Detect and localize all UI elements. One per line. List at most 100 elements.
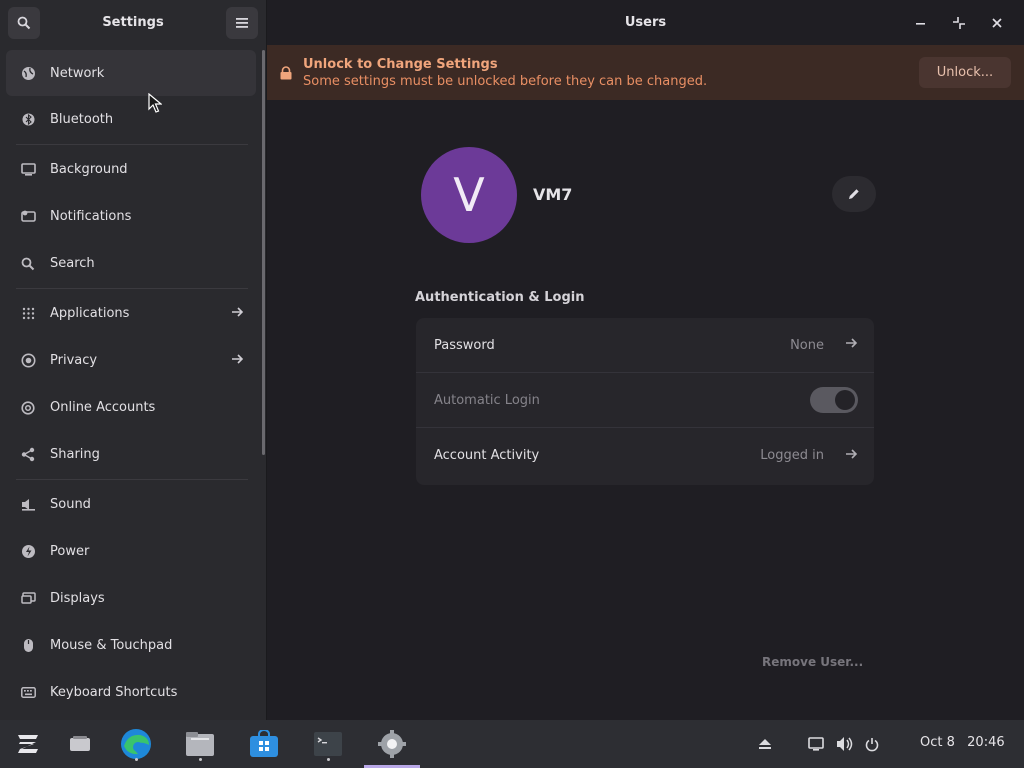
sidebar-item-notifications[interactable]: Notifications (6, 193, 256, 240)
sharing-icon (20, 447, 36, 463)
unlock-banner: Unlock to Change Settings Some settings … (267, 45, 1024, 100)
eject-button[interactable] (758, 720, 772, 768)
background-icon (20, 162, 36, 178)
workspaces-button[interactable] (62, 726, 98, 762)
terminal-button[interactable] (310, 726, 346, 762)
running-indicator (326, 758, 330, 761)
unlock-button[interactable]: Unlock... (919, 57, 1011, 88)
automatic-login-label: Automatic Login (434, 392, 540, 408)
account-activity-value: Logged in (760, 448, 824, 463)
password-label: Password (434, 337, 495, 353)
sidebar-item-sound[interactable]: Sound (6, 481, 256, 528)
sidebar: Settings Network Bluetooth Background No… (0, 0, 267, 720)
display-tray-button[interactable] (808, 720, 824, 768)
banner-text: Unlock to Change Settings Some settings … (303, 57, 707, 89)
running-indicator (198, 758, 202, 761)
edge-icon (121, 729, 151, 759)
sidebar-item-label: Notifications (50, 209, 132, 224)
auth-login-card: Password None Automatic Login Account Ac… (416, 318, 874, 485)
sidebar-item-power[interactable]: Power (6, 528, 256, 575)
page-title: Users (624, 15, 667, 30)
arrow-right-icon (231, 353, 244, 369)
eject-icon (759, 739, 771, 749)
account-activity-row[interactable]: Account Activity Logged in (416, 428, 874, 483)
pencil-icon (849, 189, 859, 199)
search-icon (17, 16, 31, 29)
sidebar-item-label: Background (50, 162, 128, 177)
sidebar-item-label: Sharing (50, 447, 100, 462)
password-row[interactable]: Password None (416, 318, 874, 373)
users-pane: Users Unlock to Change Settings Some set… (267, 0, 1024, 720)
sidebar-item-background[interactable]: Background (6, 146, 256, 193)
minimize-icon (916, 22, 925, 25)
sidebar-item-label: Applications (50, 306, 130, 321)
zorin-menu-button[interactable] (10, 726, 46, 762)
restore-button[interactable] (942, 8, 976, 38)
toggle-knob (835, 390, 855, 410)
edit-name-button[interactable] (832, 176, 876, 212)
arrow-right-icon (845, 448, 858, 464)
gear-icon (378, 730, 406, 758)
restore-icon (953, 16, 965, 29)
sidebar-item-network[interactable]: Network (6, 50, 256, 96)
sidebar-item-search[interactable]: Search (6, 240, 256, 287)
minimize-button[interactable] (904, 8, 938, 38)
sidebar-item-online-accounts[interactable]: Online Accounts (6, 384, 256, 431)
volume-button[interactable] (836, 720, 854, 768)
sidebar-separator (16, 288, 248, 289)
privacy-icon (20, 353, 36, 369)
sidebar-scrollbar[interactable] (262, 50, 265, 455)
clock[interactable]: Oct 8 20:46 (920, 735, 1005, 750)
search-button[interactable] (8, 6, 40, 39)
edge-browser-button[interactable] (118, 726, 154, 762)
displays-icon (20, 591, 36, 607)
sidebar-item-label: Keyboard Shortcuts (50, 685, 178, 700)
user-name: VM7 (533, 185, 573, 204)
section-title: Authentication & Login (415, 290, 585, 305)
sound-icon (20, 497, 36, 513)
running-indicator (134, 758, 138, 761)
power-icon (865, 737, 879, 751)
automatic-login-toggle[interactable] (810, 387, 858, 413)
sidebar-item-privacy[interactable]: Privacy (6, 337, 256, 384)
sidebar-item-label: Power (50, 544, 90, 559)
main-menu-button[interactable] (226, 6, 258, 39)
sidebar-item-mouse-touchpad[interactable]: Mouse & Touchpad (6, 622, 256, 669)
sidebar-item-label: Bluetooth (50, 112, 114, 127)
sidebar-item-label: Displays (50, 591, 105, 606)
keyboard-icon (20, 685, 36, 701)
sidebar-list: Network Bluetooth Background Notificatio… (6, 50, 256, 716)
remove-user-button[interactable]: Remove User... (762, 655, 863, 669)
user-avatar[interactable]: V (421, 147, 517, 243)
mouse-icon (20, 638, 36, 654)
online-accounts-icon (20, 400, 36, 416)
settings-taskbar-button[interactable] (374, 726, 410, 762)
sidebar-item-displays[interactable]: Displays (6, 575, 256, 622)
bluetooth-icon (20, 112, 36, 128)
software-store-button[interactable] (246, 726, 282, 762)
sidebar-item-label: Online Accounts (50, 400, 156, 415)
files-button[interactable] (182, 726, 218, 762)
folder-icon (186, 732, 214, 756)
sidebar-item-bluetooth[interactable]: Bluetooth (6, 96, 256, 143)
hamburger-icon (236, 17, 248, 28)
sidebar-item-label: Privacy (50, 353, 98, 368)
sidebar-item-label: Mouse & Touchpad (50, 638, 173, 653)
sidebar-item-sharing[interactable]: Sharing (6, 431, 256, 478)
sidebar-separator (16, 144, 248, 145)
close-button[interactable] (980, 8, 1014, 38)
search-icon (20, 256, 36, 272)
password-value: None (790, 337, 824, 353)
zorin-logo-icon (18, 735, 38, 753)
window-controls (904, 0, 1014, 45)
clock-date: Oct 8 (920, 735, 955, 750)
sidebar-item-applications[interactable]: Applications (6, 290, 256, 337)
workspaces-icon (70, 736, 90, 751)
display-tray-icon (808, 737, 824, 751)
mouse-pointer-icon (148, 93, 162, 113)
clock-time: 20:46 (967, 735, 1005, 750)
sidebar-item-keyboard-shortcuts[interactable]: Keyboard Shortcuts (6, 669, 256, 716)
power-menu-button[interactable] (865, 720, 879, 768)
account-activity-label: Account Activity (434, 448, 540, 463)
arrow-right-icon (231, 306, 244, 322)
